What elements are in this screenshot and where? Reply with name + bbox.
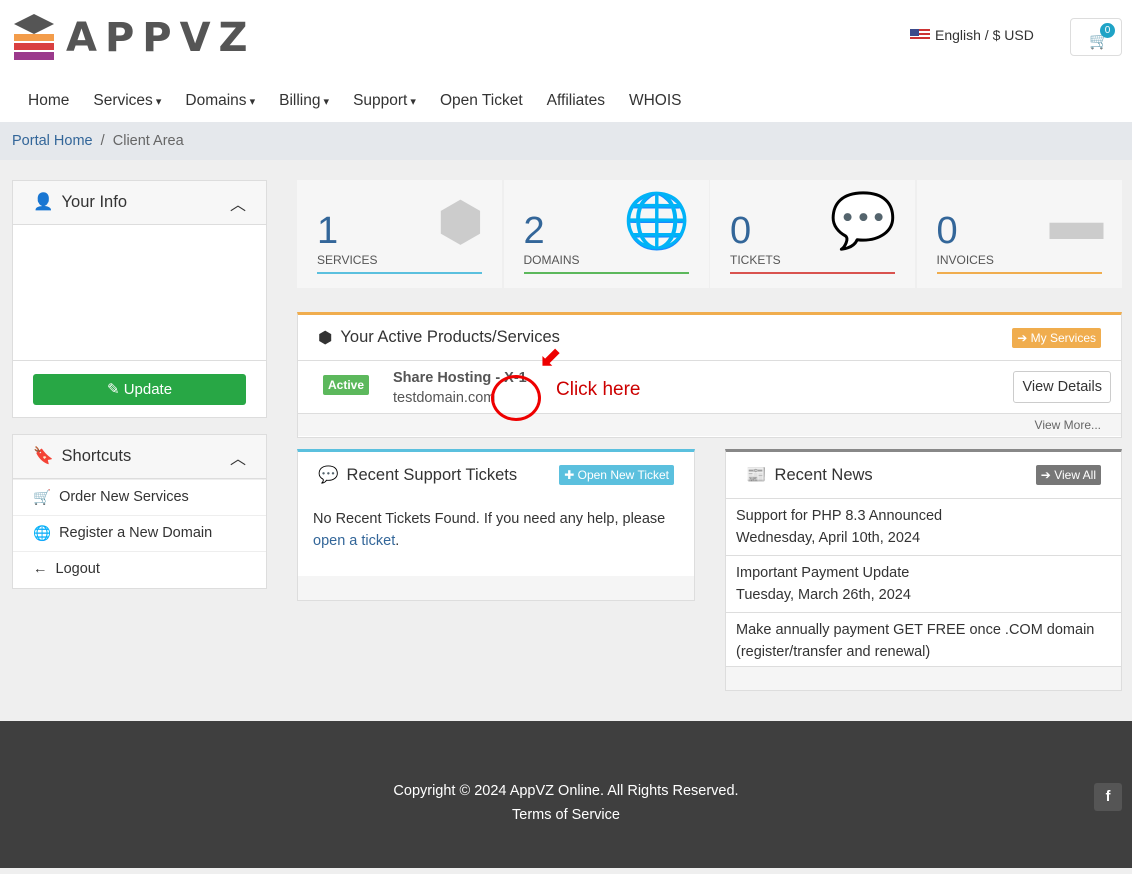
credit-card-icon: ▬ bbox=[1049, 191, 1104, 251]
breadcrumb: Portal Home / Client Area bbox=[0, 122, 1132, 160]
news-date: Tuesday, March 26th, 2024 bbox=[736, 587, 911, 603]
status-badge: Active bbox=[323, 375, 370, 395]
product-row[interactable]: Active Share Hosting - X-1 testdomain.co… bbox=[298, 338, 1121, 421]
cart-icon: 🛒 bbox=[33, 490, 52, 506]
cart-button[interactable]: 🛒 0 bbox=[1070, 18, 1122, 56]
tickets-empty-text: No Recent Tickets Found. If you need any… bbox=[313, 511, 666, 527]
us-flag-icon bbox=[910, 29, 930, 41]
shortcut-item[interactable]: 🛒 Order New Services bbox=[13, 479, 266, 515]
newspaper-icon: 📰 bbox=[746, 465, 767, 484]
news-item[interactable]: Important Payment Update Tuesday, March 2… bbox=[726, 555, 1121, 612]
copyright: Copyright © 2024 AppVZ Online. All Right… bbox=[393, 783, 739, 799]
shortcuts-panel: 🔖 Shortcuts ︿ 🛒 Order New Services 🌐 Register… bbox=[12, 434, 267, 589]
breadcrumb-current: Client Area bbox=[112, 133, 184, 149]
nav-support[interactable]: Support bbox=[353, 92, 416, 110]
arrow-left-icon: ← bbox=[33, 561, 48, 577]
period: . bbox=[395, 533, 400, 549]
comments-icon: 💬 bbox=[318, 465, 339, 484]
terms-link[interactable]: Terms of Service bbox=[0, 807, 1132, 823]
shortcut-item[interactable]: ← Logout bbox=[13, 551, 266, 587]
news-item[interactable]: Support for PHP 8.3 Announced Wednesday, … bbox=[726, 498, 1121, 555]
globe-icon: 🌐 bbox=[623, 191, 691, 251]
language-label: English / $ USD bbox=[935, 27, 1034, 43]
nav-services[interactable]: Services bbox=[93, 92, 161, 110]
open-ticket-link[interactable]: open a ticket bbox=[313, 533, 395, 549]
nav-domains[interactable]: Domains bbox=[185, 92, 255, 110]
facebook-icon[interactable]: f bbox=[1094, 783, 1122, 811]
panel-title: Your Active Products/Services bbox=[340, 328, 560, 346]
stat-invoices[interactable]: ▬ 0 INVOICES bbox=[916, 180, 1122, 288]
panel-title: Shortcuts bbox=[61, 447, 132, 465]
my-services-button[interactable]: ➔ My Services bbox=[1012, 327, 1101, 348]
view-details-button[interactable]: View Details bbox=[1013, 371, 1111, 403]
view-all-button[interactable]: ➔ View All bbox=[1035, 465, 1101, 485]
panel-title: Recent News bbox=[774, 465, 873, 484]
my-services-label: My Services bbox=[1030, 330, 1096, 345]
footer: Copyright © 2024 AppVZ Online. All Right… bbox=[0, 721, 1132, 868]
cube-icon: ⬢ bbox=[318, 328, 333, 347]
tickets-panel: 💬 Recent Support Tickets ✚ Open New Ticket… bbox=[297, 449, 695, 601]
your-info-panel: 👤 Your Info ︿ ✎ Update bbox=[12, 180, 267, 418]
stat-label: SERVICES bbox=[317, 253, 482, 274]
news-title: Support for PHP 8.3 Announced bbox=[736, 508, 943, 524]
language-selector[interactable]: English / $ USD bbox=[910, 27, 1034, 43]
news-panel: 📰 Recent News ➔ View All Support for PHP 8… bbox=[725, 449, 1122, 691]
cart-count: 0 bbox=[1100, 23, 1115, 38]
shortcut-label: Logout bbox=[55, 561, 100, 577]
update-button[interactable]: ✎ Update bbox=[33, 374, 246, 405]
news-title: Important Payment Update bbox=[736, 565, 910, 581]
annotation-text: Click here bbox=[556, 379, 641, 400]
logo[interactable]: APPVZ bbox=[12, 12, 256, 64]
bookmark-icon: 🔖 bbox=[33, 447, 54, 465]
chevron-up-icon[interactable]: ︿ bbox=[230, 445, 246, 469]
shortcut-item[interactable]: 🌐 Register a New Domain bbox=[13, 515, 266, 551]
nav-whois[interactable]: WHOIS bbox=[629, 92, 682, 110]
breadcrumb-home[interactable]: Portal Home bbox=[12, 133, 93, 149]
nav-open-ticket[interactable]: Open Ticket bbox=[440, 92, 523, 110]
comments-icon: 💬 bbox=[829, 191, 897, 251]
stat-label: DOMAINS bbox=[523, 253, 689, 274]
news-date: Wednesday, April 10th, 2024 bbox=[736, 530, 921, 546]
chevron-up-icon[interactable]: ︿ bbox=[230, 191, 246, 215]
panel-title: Your Info bbox=[61, 193, 127, 211]
view-all-label: View All bbox=[1054, 468, 1096, 482]
stat-label: TICKETS bbox=[730, 253, 895, 274]
stat-label: INVOICES bbox=[936, 253, 1102, 274]
logo-text: APPVZ bbox=[66, 15, 256, 61]
globe-icon: 🌐 bbox=[33, 526, 52, 542]
logo-icon bbox=[14, 14, 54, 60]
nav-affiliates[interactable]: Affiliates bbox=[547, 92, 605, 110]
shortcut-label: Register a New Domain bbox=[59, 525, 213, 541]
open-new-ticket-label: Open New Ticket bbox=[577, 468, 669, 482]
news-item[interactable]: Make annually payment GET FREE once .COM… bbox=[726, 612, 1121, 666]
main-nav: Home Services Domains Billing Support Open Ti… bbox=[28, 92, 682, 110]
nav-billing[interactable]: Billing bbox=[279, 92, 329, 110]
open-new-ticket-button[interactable]: ✚ Open New Ticket bbox=[559, 465, 674, 485]
cube-icon: ⬢ bbox=[436, 192, 484, 252]
shortcut-label: Order New Services bbox=[59, 489, 189, 505]
update-label: Update bbox=[123, 381, 173, 398]
panel-title: Recent Support Tickets bbox=[346, 465, 518, 484]
user-icon: 👤 bbox=[33, 193, 54, 211]
stat-tickets[interactable]: 💬 0 TICKETS bbox=[710, 180, 915, 288]
stat-domains[interactable]: 🌐 2 DOMAINS bbox=[503, 180, 709, 288]
annotation-circle bbox=[491, 375, 541, 421]
news-title: Make annually payment GET FREE once .COM… bbox=[736, 622, 1095, 660]
view-more-link[interactable]: View More... bbox=[298, 414, 1121, 436]
nav-home[interactable]: Home bbox=[28, 92, 69, 110]
stat-services[interactable]: ⬢ 1 SERVICES bbox=[297, 180, 502, 288]
header: APPVZ English / $ USD 🛒0 Home Services Dom… bbox=[0, 0, 1132, 122]
products-panel: ⬢ Your Active Products/Services ➔ My Servi… bbox=[297, 312, 1122, 438]
